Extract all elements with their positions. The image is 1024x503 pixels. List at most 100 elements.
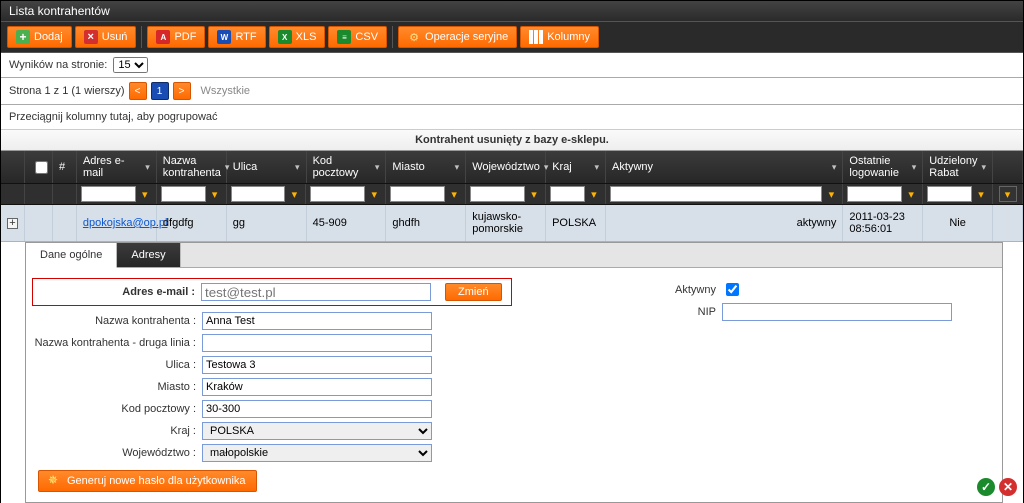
plus-icon: +: [16, 30, 30, 44]
email-field[interactable]: [201, 283, 431, 301]
filter-city[interactable]: [390, 186, 445, 202]
filter-icon[interactable]: ▾: [974, 186, 988, 202]
pdf-button[interactable]: A PDF: [147, 26, 205, 48]
sort-icon: ▾: [375, 162, 380, 173]
csv-label: CSV: [355, 31, 378, 43]
add-button[interactable]: + Dodaj: [7, 26, 72, 48]
change-email-button[interactable]: Zmień: [445, 283, 502, 301]
filter-rabat[interactable]: [927, 186, 972, 202]
csv-button[interactable]: ≡ CSV: [328, 26, 387, 48]
page-prev-button[interactable]: <: [129, 82, 147, 100]
tab-addresses[interactable]: Adresy: [117, 243, 180, 267]
filter-zip[interactable]: [310, 186, 365, 202]
filter-street[interactable]: [231, 186, 286, 202]
col-num[interactable]: #: [53, 151, 77, 183]
col-active[interactable]: Aktywny▾: [606, 151, 843, 183]
sort-icon: ▾: [544, 162, 549, 173]
grid-filter-row: ▾ ▾ ▾ ▾ ▾ ▾ ▾ ▾ ▾ ▾ ▾: [1, 184, 1023, 205]
window: Lista kontrahentów + Dodaj × Usuń A PDF …: [0, 0, 1024, 503]
name-field[interactable]: [202, 312, 432, 330]
filter-email[interactable]: [81, 186, 136, 202]
name2-label: Nazwa kontrahenta - druga linia :: [32, 337, 202, 349]
filter-icon[interactable]: ▾: [824, 186, 838, 202]
columns-button[interactable]: Kolumny: [520, 26, 599, 48]
col-name[interactable]: Nazwa kontrahenta▾: [157, 151, 227, 183]
pdf-label: PDF: [174, 31, 196, 43]
filter-icon[interactable]: ▾: [527, 186, 541, 202]
cell-email[interactable]: dpokojska@op.pl: [83, 217, 168, 229]
page-all-link[interactable]: Wszystkie: [201, 85, 251, 97]
name2-field[interactable]: [202, 334, 432, 352]
col-zip[interactable]: Kod pocztowy▾: [307, 151, 387, 183]
expand-icon[interactable]: +: [7, 218, 18, 229]
table-row[interactable]: + dpokojska@op.pl dfgdfg gg 45-909 ghdfh…: [1, 205, 1023, 242]
columns-label: Kolumny: [547, 31, 590, 43]
kraj-label: Kraj :: [32, 425, 202, 437]
filter-name[interactable]: [161, 186, 206, 202]
city-field[interactable]: [202, 378, 432, 396]
xls-label: XLS: [296, 31, 317, 43]
filter-icon[interactable]: ▾: [904, 186, 918, 202]
sort-icon: ▾: [912, 162, 917, 173]
tab-general[interactable]: Dane ogólne: [26, 243, 117, 268]
kraj-select[interactable]: POLSKA: [202, 422, 432, 440]
active-label: Aktywny: [662, 284, 722, 296]
delete-button[interactable]: × Usuń: [75, 26, 137, 48]
cell-kraj: POLSKA: [546, 205, 606, 241]
filter-icon[interactable]: ▾: [138, 186, 152, 202]
csv-icon: ≡: [337, 30, 351, 44]
col-woj[interactable]: Województwo▾: [466, 151, 546, 183]
toolbar: + Dodaj × Usuń A PDF W RTF X XLS ≡ CSV ⚙…: [1, 21, 1023, 53]
window-title: Lista kontrahentów: [1, 1, 1023, 21]
filter-icon[interactable]: ▾: [367, 186, 381, 202]
filter-icon[interactable]: ▾: [587, 186, 601, 202]
filter-icon[interactable]: ▾: [447, 186, 461, 202]
filter-icon[interactable]: ▾: [208, 186, 222, 202]
ok-button[interactable]: ✓: [977, 478, 995, 496]
generate-password-button[interactable]: Generuj nowe hasło dla użytkownika: [38, 470, 257, 492]
xls-button[interactable]: X XLS: [269, 26, 326, 48]
col-email[interactable]: Adres e-mail▾: [77, 151, 157, 183]
filter-lastlog[interactable]: [847, 186, 902, 202]
page-next-button[interactable]: >: [173, 82, 191, 100]
per-page-bar: Wyników na stronie: 15: [1, 53, 1023, 78]
pdf-icon: A: [156, 30, 170, 44]
select-all-checkbox[interactable]: [35, 161, 48, 174]
col-city[interactable]: Miasto▾: [386, 151, 466, 183]
zip-field[interactable]: [202, 400, 432, 418]
page-nav: Strona 1 z 1 (1 wierszy) < 1 > Wszystkie: [1, 78, 1023, 105]
cell-woj: kujawsko-pomorskie: [466, 205, 546, 241]
columns-icon: [529, 30, 543, 44]
zip-label: Kod pocztowy :: [32, 403, 202, 415]
per-page-select[interactable]: 15: [113, 57, 148, 73]
nip-field[interactable]: [722, 303, 952, 321]
col-lastlog[interactable]: Ostatnie logowanie▾: [843, 151, 923, 183]
add-label: Dodaj: [34, 31, 63, 43]
col-rabat[interactable]: Udzielony Rabat▾: [923, 151, 993, 183]
group-drop-area[interactable]: Przeciągnij kolumny tutaj, aby pogrupowa…: [1, 105, 1023, 129]
cell-active: aktywny: [606, 205, 843, 241]
col-check[interactable]: [25, 151, 53, 183]
filter-dropdown-icon[interactable]: ▾: [999, 186, 1017, 202]
detail-panel: Dane ogólne Adresy Adres e-mail : Zmień …: [25, 242, 1003, 503]
sort-icon: ▾: [832, 162, 837, 173]
page-1-button[interactable]: 1: [151, 82, 169, 100]
delete-label: Usuń: [102, 31, 128, 43]
wand-icon: [49, 475, 61, 487]
info-banner: Kontrahent usunięty z bazy e-sklepu.: [1, 129, 1023, 151]
separator: [141, 26, 142, 48]
filter-woj[interactable]: [470, 186, 525, 202]
filter-active[interactable]: [610, 186, 822, 202]
col-expand: [1, 151, 25, 183]
rtf-button[interactable]: W RTF: [208, 26, 265, 48]
filter-kraj[interactable]: [550, 186, 585, 202]
col-street[interactable]: Ulica▾: [227, 151, 307, 183]
series-ops-button[interactable]: ⚙ Operacje seryjne: [398, 26, 517, 48]
street-field[interactable]: [202, 356, 432, 374]
woj-label: Województwo :: [32, 447, 202, 459]
filter-icon[interactable]: ▾: [287, 186, 301, 202]
active-checkbox[interactable]: [726, 283, 739, 296]
col-kraj[interactable]: Kraj▾: [546, 151, 606, 183]
woj-select[interactable]: małopolskie: [202, 444, 432, 462]
cancel-button[interactable]: ✕: [999, 478, 1017, 496]
